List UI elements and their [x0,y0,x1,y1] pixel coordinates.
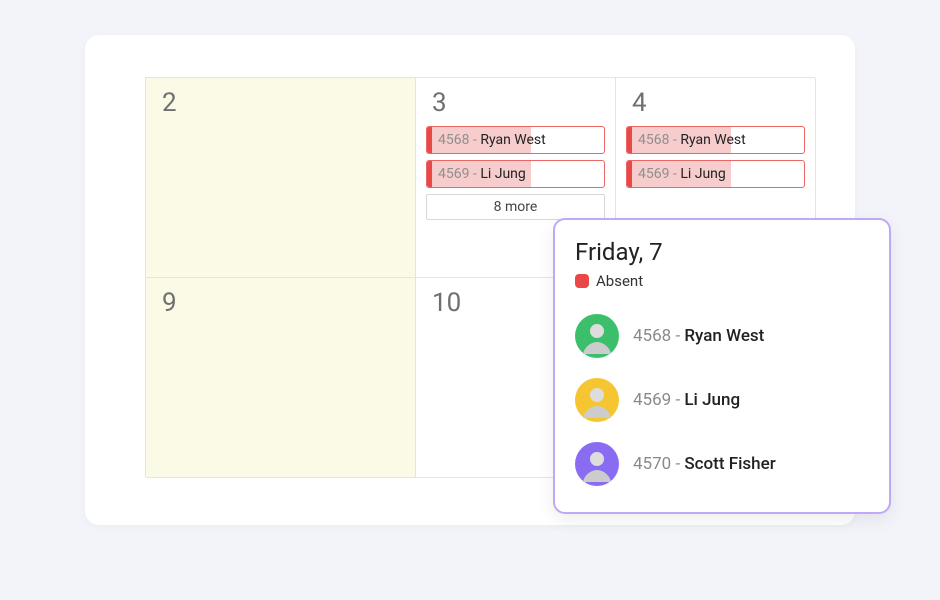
legend-row: Absent [575,272,869,290]
person-row[interactable]: 4568 - Ryan West [575,304,869,368]
person-name: Li Jung [684,390,740,410]
absent-event[interactable]: 4568 - Ryan West [426,126,605,154]
person-id: 4569 [633,390,671,410]
day-number: 2 [156,84,407,122]
avatar [575,442,619,486]
event-name: Ryan West [480,132,545,148]
event-id: 4569 [438,166,469,182]
calendar-cell[interactable]: 9 [146,278,416,478]
event-list: 4568 - Ryan West 4569 - Li Jung [626,126,807,188]
event-list: 4568 - Ryan West 4569 - Li Jung [426,126,607,220]
person-name: Scott Fisher [684,454,775,474]
event-id: 4568 [438,132,469,148]
day-detail-popup: Friday, 7 Absent 4568 - Ryan West 4569 -… [553,218,891,514]
day-number: 4 [626,84,807,122]
person-row[interactable]: 4569 - Li Jung [575,368,869,432]
event-name: Li Jung [680,166,725,182]
legend-label: Absent [596,272,643,290]
event-name: Ryan West [680,132,745,148]
event-name: Li Jung [480,166,525,182]
day-number: 9 [156,284,407,322]
absent-event[interactable]: 4568 - Ryan West [626,126,805,154]
legend-color-absent [575,274,589,288]
calendar-cell[interactable]: 2 [146,78,416,278]
day-number: 3 [426,84,607,122]
avatar [575,378,619,422]
absent-event[interactable]: 4569 - Li Jung [426,160,605,188]
person-name: Ryan West [684,326,764,346]
avatar [575,314,619,358]
absent-event[interactable]: 4569 - Li Jung [626,160,805,188]
person-id: 4568 [633,326,671,346]
event-id: 4568 [638,132,669,148]
event-id: 4569 [638,166,669,182]
more-events-button[interactable]: 8 more [426,194,605,220]
person-id: 4570 [633,454,671,474]
popup-title: Friday, 7 [575,238,869,266]
person-row[interactable]: 4570 - Scott Fisher [575,432,869,496]
